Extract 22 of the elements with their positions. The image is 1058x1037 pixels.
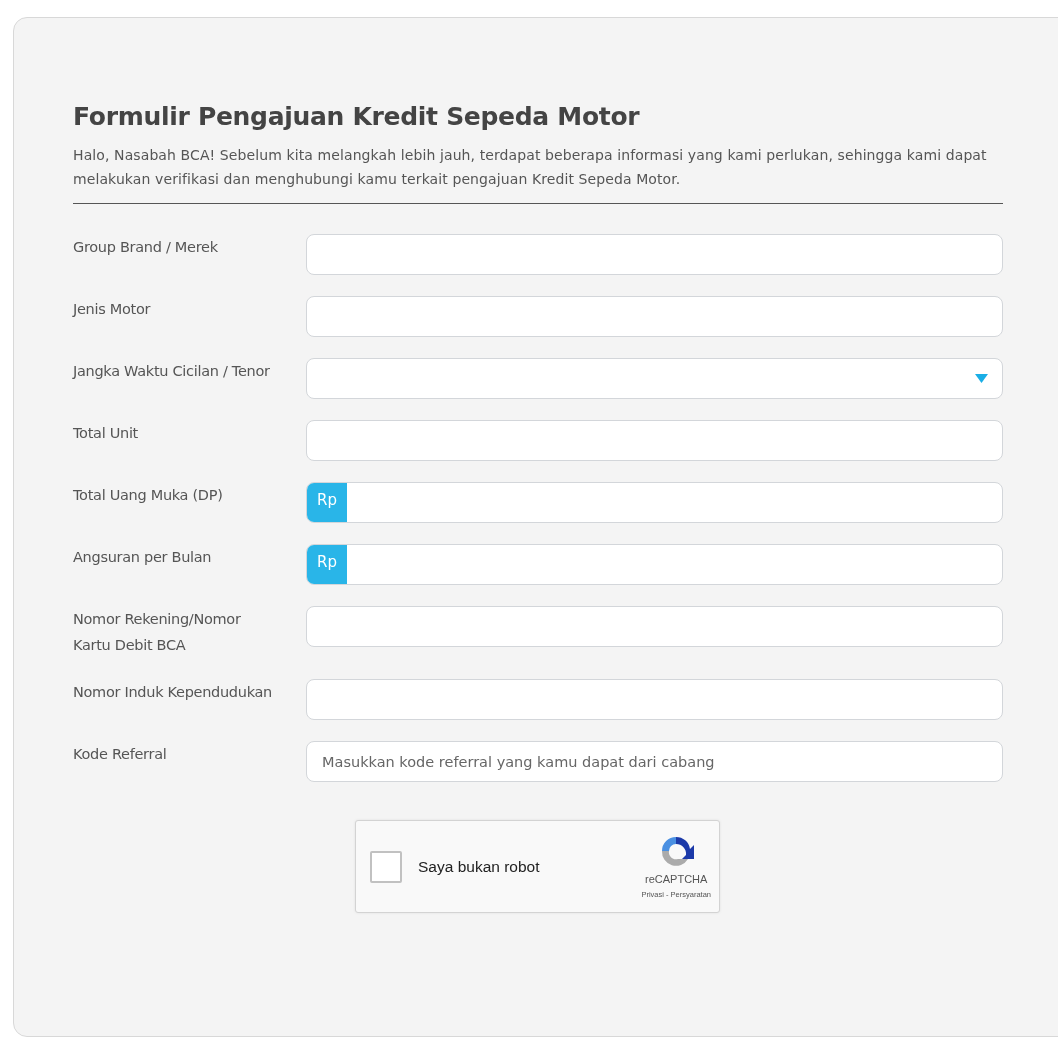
captcha-brand: reCAPTCHA (645, 873, 708, 885)
input-field[interactable]: Masukkan kode referral yang kamu dapat dari cabang (306, 741, 1003, 782)
field-label: Nomor Induk Kependudukan (73, 683, 273, 702)
field-label: Total Unit (73, 424, 139, 443)
captcha-label: Saya bukan robot (418, 857, 540, 876)
field-label: Angsuran per Bulan (73, 548, 213, 567)
field-label: Jangka Waktu Cicilan / Tenor (73, 362, 271, 381)
input-field[interactable] (306, 296, 1003, 337)
captcha-checkbox[interactable] (370, 850, 402, 883)
select-field[interactable] (306, 358, 1003, 399)
caret-icon (975, 374, 988, 383)
field-label: Total Uang Muka (DP) (73, 486, 224, 505)
field-label: Jenis Motor (73, 300, 152, 319)
field-label: Nomor Rekening/Nomor Kartu Debit BCA (73, 610, 242, 655)
input-field[interactable] (306, 606, 1003, 647)
form-title: Formulir Pengajuan Kredit Sepeda Motor (73, 102, 641, 131)
intro-text: Halo, Nasabah BCA! Sebelum kita melangkah lebih jauh, terdapat beberapa informasi yang kami perlukan, sehingga kami dapat melakukan verifikasi dan menghubungi kamu terkait pengajuan Kredit Sepeda Motor. (73, 146, 988, 189)
input-field[interactable] (306, 679, 1003, 720)
input-field[interactable] (306, 234, 1003, 275)
input-field[interactable] (306, 420, 1003, 461)
field-label: Kode Referral (73, 745, 168, 764)
field-label: Group Brand / Merek (73, 238, 219, 257)
